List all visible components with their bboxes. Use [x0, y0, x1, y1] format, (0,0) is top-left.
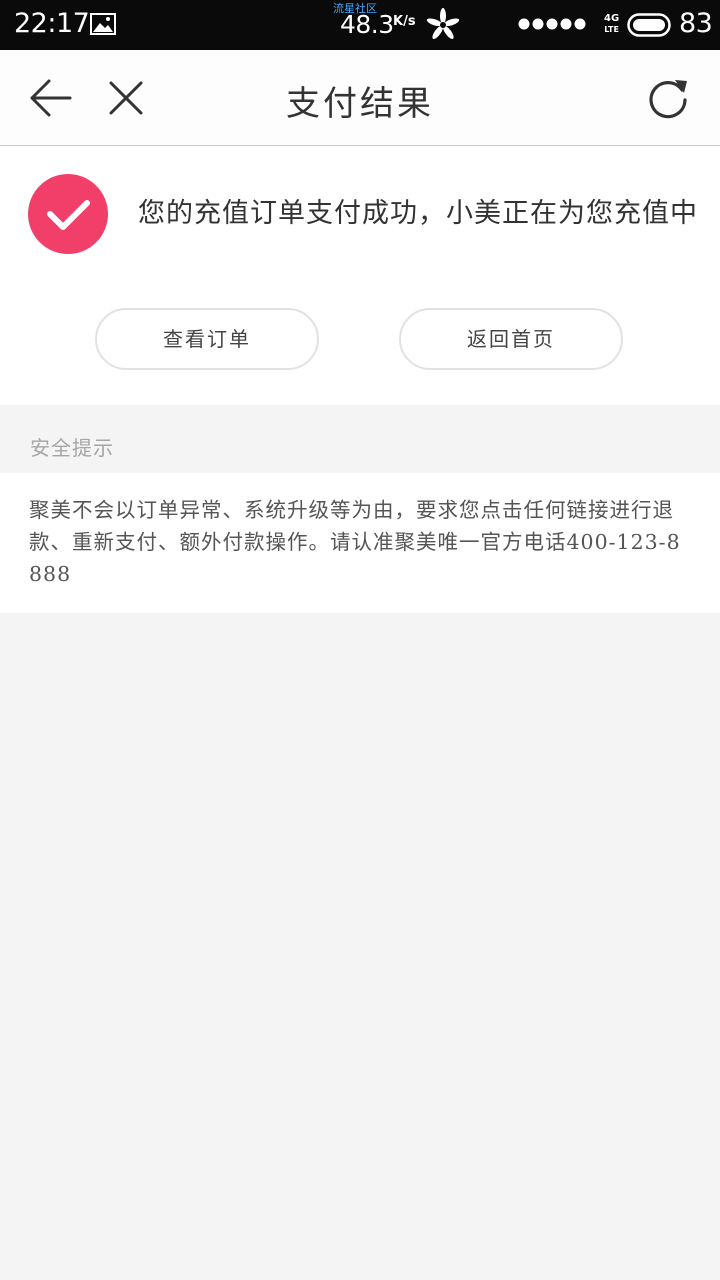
battery-icon — [627, 13, 671, 37]
network-type: 4G LTE — [604, 13, 619, 35]
net-speed-unit: K/s — [393, 14, 416, 29]
safety-tips-heading: 安全提示 — [30, 436, 114, 460]
header-bar: 支付结果 — [0, 50, 720, 146]
back-home-button[interactable]: 返回首页 — [399, 308, 623, 370]
image-icon — [90, 13, 116, 35]
network-type-bottom: LTE — [604, 25, 619, 34]
page-title: 支付结果 — [286, 84, 434, 124]
refresh-icon[interactable] — [646, 76, 690, 120]
status-bar: 22:17 流星社区 48.3 K/s 4G LTE 83 — [0, 0, 720, 50]
safety-tips-header: 安全提示 — [0, 405, 720, 473]
safety-tips-body: 聚美不会以订单异常、系统升级等为由，要求您点击任何链接进行退款、重新支付、额外付… — [0, 473, 720, 613]
battery-level: 83 — [679, 8, 713, 39]
check-circle-icon — [28, 174, 108, 254]
signal-dots-icon — [518, 18, 586, 30]
status-time: 22:17 — [14, 8, 90, 39]
safety-tips-text: 聚美不会以订单异常、系统升级等为由，要求您点击任何链接进行退款、重新支付、额外付… — [29, 498, 681, 586]
flower-icon — [426, 8, 460, 39]
view-order-button[interactable]: 查看订单 — [95, 308, 319, 370]
net-speed: 48.3 — [340, 10, 394, 39]
network-type-top: 4G — [604, 13, 620, 24]
result-message: 您的充值订单支付成功，小美正在为您充值中 — [138, 198, 698, 229]
payment-result-panel: 您的充值订单支付成功，小美正在为您充值中 查看订单 返回首页 — [0, 146, 720, 405]
